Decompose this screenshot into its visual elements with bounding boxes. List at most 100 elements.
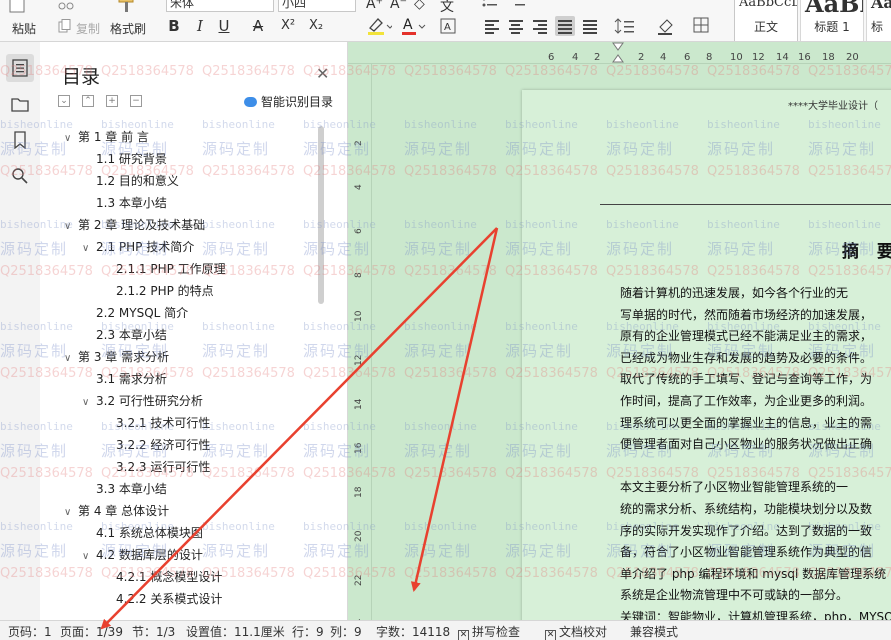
toc-item[interactable]: 2.1.2 PHP 的特点: [116, 280, 214, 302]
font-size-select[interactable]: 小四: [278, 0, 356, 12]
toc-item[interactable]: 3.2.3 运行可行性: [116, 456, 210, 478]
style-heading-2[interactable]: Aa 标: [866, 0, 891, 41]
ruler-tick-label: 14: [776, 52, 789, 63]
spell-check-button[interactable]: ✕ 拼写检查: [458, 623, 520, 640]
clear-format-icon[interactable]: ◇: [414, 0, 425, 12]
toc-item[interactable]: 2.2 MYSQL 简介: [96, 302, 188, 324]
status-word-count[interactable]: 字数：14118: [376, 623, 450, 640]
font-color-icon[interactable]: A: [400, 16, 426, 36]
ruler-tick-label: 10: [730, 52, 743, 63]
numbered-list-icon[interactable]: [510, 0, 526, 10]
toc-item[interactable]: ∨ 第 4 章 总体设计: [64, 500, 169, 522]
superscript-button[interactable]: X²: [278, 16, 298, 36]
document-line: 序的实际开发实现作了介绍。达到了数据的一致: [620, 523, 873, 538]
status-section[interactable]: 节：1/3: [132, 623, 175, 640]
close-icon[interactable]: ✕: [316, 64, 329, 83]
toc-item[interactable]: 1.2 目的和意义: [96, 170, 179, 192]
char-border-icon[interactable]: A: [438, 16, 464, 36]
toc-item[interactable]: 4.2.1 概念模型设计: [116, 566, 222, 588]
bullet-list-icon[interactable]: [482, 0, 498, 10]
toc-item[interactable]: 3.2.1 技术可行性: [116, 412, 210, 434]
indent-marker-icon[interactable]: [612, 42, 624, 52]
toc-item[interactable]: ∨ 第 3 章 需求分析: [64, 346, 169, 368]
line-spacing-icon[interactable]: [614, 16, 640, 36]
style-heading-1-label: 标题 1: [814, 20, 850, 34]
style-normal[interactable]: AaBbCcDd 正文: [734, 0, 798, 41]
toc-scrollbar[interactable]: [318, 126, 324, 304]
vertical-ruler[interactable]: 24681012141618202224: [348, 64, 372, 620]
italic-button[interactable]: I: [190, 16, 210, 36]
toc-panel-icon[interactable]: [6, 54, 34, 82]
expand-all-icon[interactable]: ⌃: [82, 95, 94, 107]
chevron-down-icon[interactable]: ∨: [82, 238, 96, 260]
doc-proof-icon: ✕: [545, 630, 556, 640]
smart-toc-button[interactable]: 智能识别目录: [244, 93, 333, 110]
highlight-color-icon[interactable]: [366, 16, 394, 36]
toc-item[interactable]: 2.1.1 PHP 工作原理: [116, 258, 226, 280]
bold-button[interactable]: B: [164, 16, 184, 36]
shrink-font-icon[interactable]: A⁻: [390, 0, 407, 12]
bookmark-icon[interactable]: [6, 126, 34, 154]
toc-item[interactable]: 1.3 本章小结: [96, 192, 167, 214]
toc-item[interactable]: ∨ 4.2 数据库层的设计: [82, 544, 203, 566]
remove-heading-icon[interactable]: −: [130, 95, 142, 107]
align-right-button[interactable]: [530, 16, 550, 36]
ruler-tick-label: 18: [822, 52, 835, 63]
toc-item[interactable]: 1.1 研究背景: [96, 148, 167, 170]
doc-proof-button[interactable]: ✕ 文档校对: [545, 623, 607, 640]
paste-icon[interactable]: [4, 0, 30, 14]
toc-item[interactable]: ∨ 3.2 可行性研究分析: [82, 390, 203, 412]
document-line: 统的需求分析、系统结构，功能模块划分以及数: [620, 502, 873, 516]
chevron-down-icon[interactable]: ∨: [64, 128, 78, 150]
toc-item-label: 第 1 章 前 言: [78, 130, 149, 144]
phonetic-icon[interactable]: 文: [440, 0, 454, 16]
chevron-down-icon[interactable]: ∨: [64, 216, 78, 238]
toc-item-label: 第 4 章 总体设计: [78, 504, 170, 518]
ruler-tick-label: 4: [354, 184, 364, 190]
chevron-down-icon[interactable]: ∨: [64, 502, 78, 524]
toc-item-label: 1.1 研究背景: [96, 152, 167, 166]
status-page-number[interactable]: 页码：1: [8, 623, 52, 640]
strikethrough-button[interactable]: A: [248, 16, 268, 36]
toc-item[interactable]: ∨ 第 2 章 理论及技术基础: [64, 214, 205, 236]
grow-font-icon[interactable]: A⁺: [366, 0, 383, 12]
font-name-select[interactable]: 宋体: [166, 0, 274, 12]
justify-button[interactable]: [555, 16, 575, 36]
toc-item[interactable]: 3.3 本章小结: [96, 478, 167, 500]
hanging-indent-icon[interactable]: [612, 53, 624, 63]
collapse-all-icon[interactable]: ⌄: [58, 95, 70, 107]
format-painter-icon[interactable]: [116, 0, 136, 14]
toc-item[interactable]: 4.2.2 关系模式设计: [116, 588, 222, 610]
toc-item[interactable]: 3.2.2 经济可行性: [116, 434, 210, 456]
status-page-count[interactable]: 页面：1/39: [60, 623, 123, 640]
style-normal-sample: AaBbCcDd: [739, 0, 797, 10]
borders-icon[interactable]: [692, 16, 712, 36]
status-row[interactable]: 行：9: [292, 623, 324, 640]
format-painter-button[interactable]: 格式刷: [110, 20, 146, 37]
horizontal-ruler[interactable]: 6 4 2 2 4 6 8 10 12 14 16 18 20: [348, 42, 891, 64]
align-center-button[interactable]: [506, 16, 526, 36]
copy-icon[interactable]: [58, 19, 72, 33]
distributed-align-button[interactable]: [580, 16, 600, 36]
toc-item[interactable]: ∨ 第 1 章 前 言: [64, 126, 149, 148]
scissors-icon[interactable]: [58, 0, 74, 10]
underline-button[interactable]: U: [214, 16, 234, 36]
paste-button[interactable]: 粘贴: [12, 20, 36, 37]
chevron-down-icon[interactable]: ∨: [82, 392, 96, 414]
status-setting[interactable]: 设置值：11.1厘米: [186, 623, 285, 640]
add-heading-icon[interactable]: +: [106, 95, 118, 107]
subscript-button[interactable]: X₂: [306, 16, 326, 36]
toc-item[interactable]: 3.1 需求分析: [96, 368, 167, 390]
shading-icon[interactable]: [656, 16, 682, 36]
toc-item[interactable]: 2.3 本章小结: [96, 324, 167, 346]
toc-item[interactable]: ∨ 2.1 PHP 技术简介: [82, 236, 194, 258]
chevron-down-icon[interactable]: ∨: [82, 546, 96, 568]
folder-nav-icon[interactable]: [6, 90, 34, 118]
style-heading-1[interactable]: AaBl 标题 1: [800, 0, 864, 41]
copy-button[interactable]: 复制: [76, 20, 100, 37]
toc-item[interactable]: 4.1 系统总体模块图: [96, 522, 203, 544]
search-icon[interactable]: [6, 162, 34, 190]
status-col[interactable]: 列：9: [330, 623, 362, 640]
chevron-down-icon[interactable]: ∨: [64, 348, 78, 370]
align-left-button[interactable]: [482, 16, 502, 36]
